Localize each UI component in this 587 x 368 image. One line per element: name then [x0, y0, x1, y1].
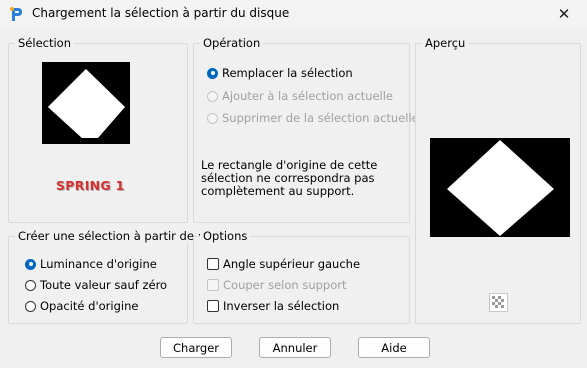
- close-button[interactable]: ✕: [541, 0, 587, 28]
- selection-thumbnail-caption: SPRING 1: [56, 178, 125, 193]
- checkbox-invert-selection[interactable]: Inverser la sélection: [207, 299, 339, 313]
- checkerboard-icon[interactable]: [489, 293, 508, 312]
- radio-indicator[interactable]: [25, 279, 36, 291]
- radio-label: Luminance d'origine: [40, 257, 157, 271]
- operation-info-text: Le rectangle d'origine de cette sélectio…: [201, 158, 378, 198]
- title-bar: Chargement la sélection à partir du disq…: [0, 0, 587, 28]
- radio-replace-selection[interactable]: Remplacer la sélection: [207, 66, 353, 80]
- checkbox-indicator[interactable]: [207, 279, 219, 291]
- checkbox-indicator[interactable]: [207, 258, 219, 270]
- cancel-button[interactable]: Annuler: [259, 337, 331, 358]
- help-button[interactable]: Aide: [358, 337, 430, 358]
- operation-group-label: Opération: [200, 36, 264, 50]
- radio-label: Toute valeur sauf zéro: [40, 278, 168, 292]
- checkbox-label: Inverser la sélection: [223, 299, 340, 313]
- checkbox-top-left-corner[interactable]: Angle supérieur gauche: [207, 257, 360, 271]
- checkbox-indicator[interactable]: [207, 300, 219, 312]
- radio-label: Opacité d'origine: [40, 299, 139, 313]
- checkbox-label: Couper selon support: [223, 278, 347, 292]
- checkbox-label: Angle supérieur gauche: [223, 257, 361, 271]
- create-from-group-label: Créer une sélection à partir de :: [15, 229, 205, 243]
- load-button[interactable]: Charger: [160, 337, 232, 358]
- checkbox-clip-to-canvas[interactable]: Couper selon support: [207, 278, 347, 292]
- preview-image: [430, 138, 570, 237]
- close-icon: ✕: [557, 5, 571, 23]
- preview-group-label: Aperçu: [422, 36, 469, 50]
- radio-any-non-zero[interactable]: Toute valeur sauf zéro: [25, 278, 167, 292]
- radio-source-opacity[interactable]: Opacité d'origine: [25, 299, 138, 313]
- radio-label: Supprimer de la sélection actuelle: [222, 111, 419, 125]
- radio-indicator[interactable]: [25, 300, 36, 312]
- radio-add-selection[interactable]: Ajouter à la sélection actuelle: [207, 89, 393, 103]
- radio-source-luminance[interactable]: Luminance d'origine: [25, 257, 157, 271]
- window-title: Chargement la sélection à partir du disq…: [32, 6, 290, 20]
- selection-group-label: Sélection: [15, 36, 74, 50]
- radio-subtract-selection[interactable]: Supprimer de la sélection actuelle: [207, 111, 419, 125]
- radio-indicator[interactable]: [25, 258, 36, 270]
- options-group-label: Options: [200, 229, 251, 243]
- radio-label: Remplacer la sélection: [222, 66, 353, 80]
- radio-label: Ajouter à la sélection actuelle: [222, 89, 394, 103]
- radio-indicator[interactable]: [207, 90, 218, 102]
- radio-indicator[interactable]: [207, 112, 218, 124]
- selection-thumbnail: [42, 62, 130, 144]
- radio-indicator[interactable]: [207, 67, 218, 79]
- app-icon: [10, 7, 22, 21]
